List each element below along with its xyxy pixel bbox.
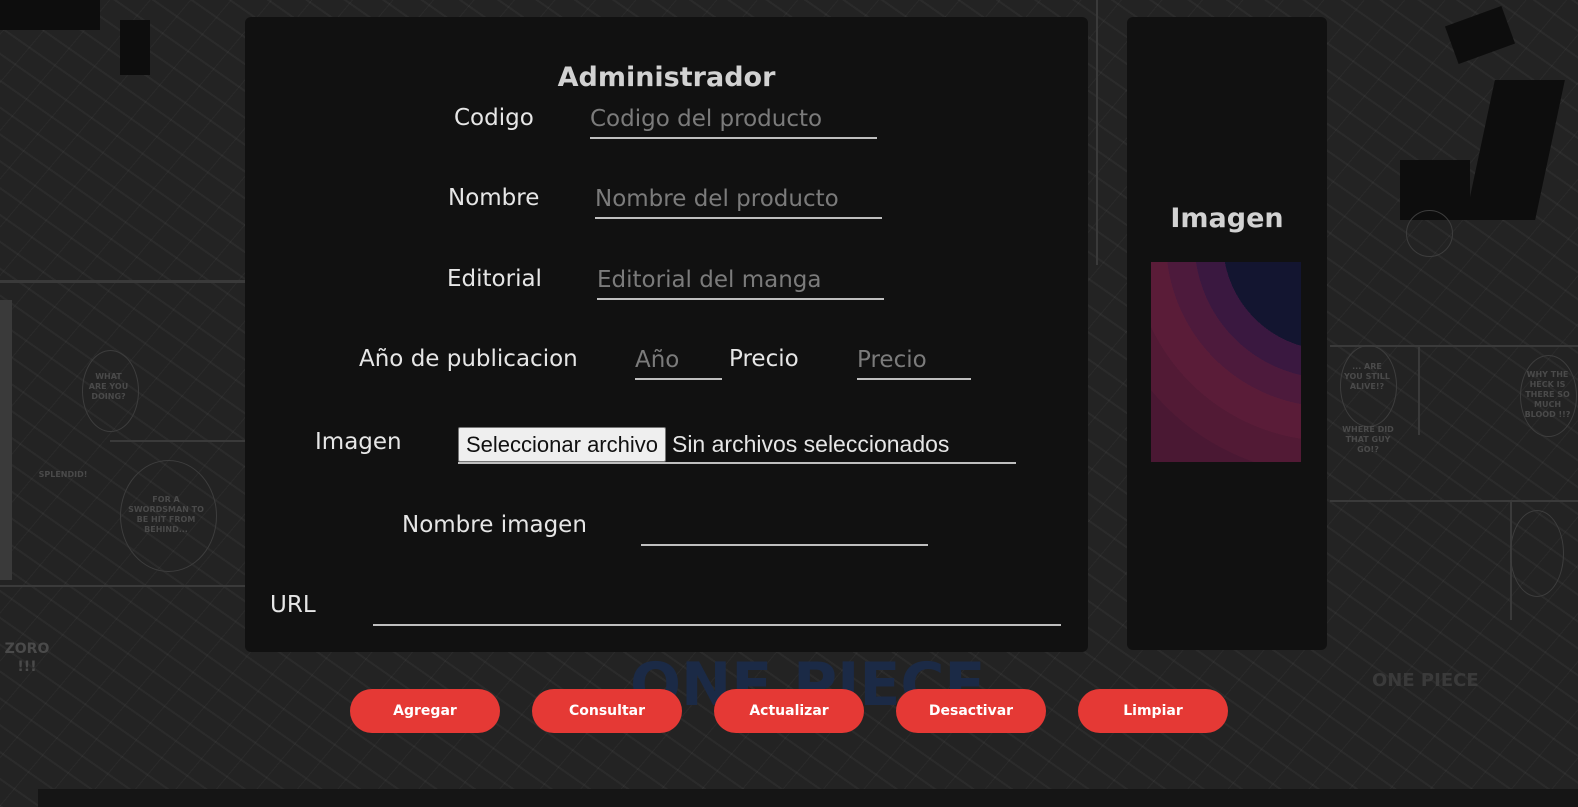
consultar-button[interactable]: Consultar <box>532 689 682 733</box>
bubble-text: WHY THE HECK IS THERE SO MUCH BLOOD !!? <box>1524 370 1571 419</box>
bubble-text: ZORO !!! <box>4 641 50 675</box>
admin-form-card: Administrador Codigo Nombre Editorial Añ… <box>245 17 1088 652</box>
anio-input[interactable] <box>635 344 722 380</box>
image-preview <box>1151 262 1301 462</box>
precio-label: Precio <box>729 346 799 372</box>
limpiar-button[interactable]: Limpiar <box>1078 689 1228 733</box>
select-file-button[interactable]: Seleccionar archivo <box>458 427 666 462</box>
page-title: Administrador <box>557 62 776 93</box>
agregar-button[interactable]: Agregar <box>350 689 500 733</box>
nombre-imagen-label: Nombre imagen <box>402 512 587 538</box>
nombre-imagen-input[interactable] <box>641 510 928 546</box>
actualizar-button[interactable]: Actualizar <box>714 689 864 733</box>
imagen-label: Imagen <box>315 429 402 455</box>
anio-label: Año de publicacion <box>359 346 578 372</box>
bubble-text: WHERE DID THAT GUY GO!? <box>1342 425 1394 454</box>
nombre-label: Nombre <box>448 185 540 211</box>
precio-input[interactable] <box>857 344 971 380</box>
image-preview-card: Imagen <box>1127 17 1327 650</box>
bubble-text: WHAT ARE YOU DOING? <box>88 372 129 401</box>
file-status-text: Sin archivos seleccionados <box>671 431 950 457</box>
bubble-text: ... ARE YOU STILL ALIVE!? <box>1344 362 1390 391</box>
image-file-input[interactable]: Seleccionar archivo Sin archivos selecci… <box>458 427 1016 464</box>
editorial-input[interactable] <box>597 264 884 300</box>
desactivar-button[interactable]: Desactivar <box>896 689 1046 733</box>
codigo-input[interactable] <box>590 103 877 139</box>
bubble-text: FOR A SWORDSMAN TO BE HIT FROM BEHIND... <box>128 495 204 534</box>
url-label: URL <box>270 592 316 618</box>
bubble-text: SPLENDID! <box>38 470 88 479</box>
preview-title: Imagen <box>1170 203 1284 234</box>
codigo-label: Codigo <box>454 105 534 131</box>
nombre-input[interactable] <box>595 183 882 219</box>
one-piece-brand-text: ONE PIECE <box>1372 670 1479 691</box>
url-input[interactable] <box>373 590 1061 626</box>
editorial-label: Editorial <box>447 266 542 292</box>
footer-bar <box>38 789 1578 807</box>
